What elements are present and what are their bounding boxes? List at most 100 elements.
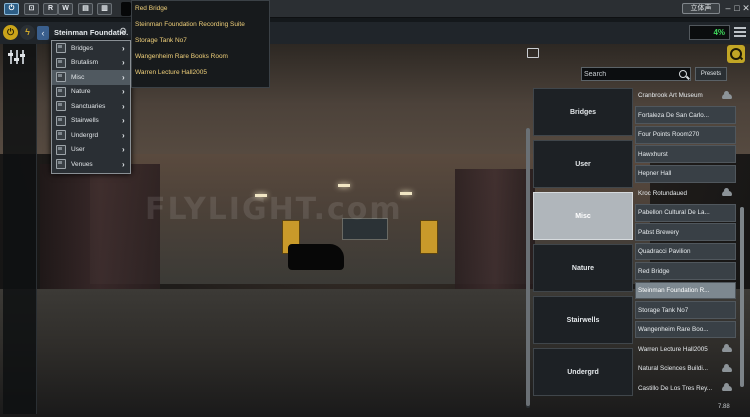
cloud-icon — [722, 188, 732, 197]
tile-bridges[interactable]: Bridges — [533, 88, 633, 136]
category-tiles: Bridges User Misc Nature Stairwells Unde… — [533, 88, 633, 400]
menu-item-venues[interactable]: Venues › — [52, 157, 130, 172]
folder-icon — [56, 144, 66, 155]
menu-icon[interactable] — [734, 27, 746, 39]
menu-item-bridges[interactable]: Bridges › — [52, 41, 130, 56]
rw-r-button[interactable]: R — [43, 3, 58, 15]
presets-button[interactable]: Presets — [695, 67, 727, 81]
preset-b-button[interactable]: ▥ — [97, 3, 112, 15]
preset-item-label: Red Bridge — [638, 267, 670, 275]
curtain-left — [40, 164, 160, 304]
folder-icon — [56, 72, 66, 83]
preset-item[interactable]: Storage Tank No7 — [635, 301, 736, 319]
scrollbar-thumb[interactable] — [526, 128, 530, 406]
grand-piano — [288, 244, 344, 270]
tile-undergrd[interactable]: Undergrd — [533, 348, 633, 396]
menu-item-brutalism[interactable]: Brutalism › — [52, 56, 130, 71]
preset-options-icon[interactable]: ⚙ — [119, 26, 127, 37]
search-icon[interactable] — [679, 70, 687, 78]
preset-item-label: Cranbrook Art Museum — [638, 92, 703, 100]
preset-a-button[interactable]: ▤ — [78, 3, 93, 15]
preset-item[interactable]: Red Bridge — [635, 262, 736, 280]
submenu-item[interactable]: Storage Tank No7 — [132, 33, 269, 49]
power-button[interactable]: ⏻ — [4, 3, 19, 15]
preset-item-label: Quadracci Pavilion — [638, 248, 691, 256]
mixer-icon[interactable] — [8, 50, 26, 64]
chevron-right-icon: › — [122, 87, 125, 97]
menu-item-label: Stairwells — [71, 117, 99, 125]
menu-item-label: Nature — [71, 88, 91, 96]
preset-item-label: Pabst Brewery — [638, 228, 679, 236]
folder-icon — [56, 130, 66, 141]
cloud-icon — [722, 363, 732, 372]
menu-item-label: Sanctuaries — [71, 102, 106, 110]
tile-stairwells[interactable]: Stairwells — [533, 296, 633, 344]
folder-icon — [56, 159, 66, 170]
preset-item[interactable]: Natural Sciences Buildi... — [635, 360, 736, 378]
preset-item[interactable]: Steinman Foundation R... — [635, 281, 736, 300]
watermark: FLYLIGHT.com — [145, 192, 403, 227]
category-scrollbar[interactable] — [526, 128, 530, 408]
tile-nature[interactable]: Nature — [533, 244, 633, 292]
preset-item-label: Steinman Foundation R... — [638, 287, 710, 295]
mix-readout[interactable]: 4% — [689, 25, 730, 40]
menu-item-label: Misc — [71, 73, 85, 81]
menu-item-label: Undergrd — [71, 131, 99, 139]
preset-item-label: Fortaleza De San Carlo... — [638, 111, 710, 119]
preset-item[interactable]: Quadracci Pavilion — [635, 242, 736, 261]
power-icon[interactable]: ⏻ — [3, 25, 18, 40]
menu-item-stairwells[interactable]: Stairwells › — [52, 114, 130, 129]
preset-item[interactable]: Four Points Room270 — [635, 125, 736, 144]
preset-item[interactable]: Hawxhurst — [635, 145, 736, 164]
submenu-item[interactable]: Red Bridge — [132, 1, 269, 17]
preset-item[interactable]: Hepner Hall — [635, 164, 736, 183]
left-panel — [3, 44, 37, 414]
tile-misc[interactable]: Misc — [533, 192, 633, 240]
zoom-icon[interactable] — [727, 45, 745, 63]
menu-item-nature[interactable]: Nature › — [52, 85, 130, 100]
rw-w-button[interactable]: W — [58, 3, 73, 15]
scrollbar-thumb[interactable] — [740, 207, 744, 387]
submenu-item[interactable]: Steinman Foundation Recording Suite — [132, 17, 269, 33]
preset-title[interactable]: Steinman Foundatio... — [54, 28, 128, 37]
search-input[interactable] — [584, 68, 674, 80]
menu-item-undergrd[interactable]: Undergrd › — [52, 128, 130, 143]
back-button[interactable]: ‹ — [37, 26, 49, 40]
language-select[interactable]: 立体声 — [682, 3, 720, 14]
menu-item-label: Venues — [71, 160, 93, 168]
preset-item-label: Kroc Rotundaued — [638, 189, 688, 197]
chevron-right-icon: › — [122, 101, 125, 111]
close-icon[interactable]: ✕ — [741, 2, 750, 15]
preset-item[interactable]: Fortaleza De San Carlo... — [635, 106, 736, 125]
folder-icon — [56, 115, 66, 126]
menu-item-label: User — [71, 146, 85, 154]
preset-item-label: Pabellon Cultural De La... — [638, 209, 710, 217]
preset-item[interactable]: Pabellon Cultural De La... — [635, 203, 736, 222]
menu-item-sanctuaries[interactable]: Sanctuaries › — [52, 99, 130, 114]
folder-icon[interactable] — [527, 48, 539, 58]
chevron-right-icon: › — [122, 43, 125, 53]
curtain-right — [455, 169, 535, 309]
preset-scrollbar[interactable] — [740, 207, 744, 387]
preset-item-label: Castillo De Los Tres Rey... — [638, 384, 713, 392]
preset-item-label: Warren Lecture Hall2005 — [638, 345, 708, 353]
preset-item[interactable]: Castillo De Los Tres Rey... — [635, 379, 736, 397]
version-label: 7.88 — [718, 404, 730, 410]
submenu-item[interactable]: Wangenheim Rare Books Room — [132, 49, 269, 65]
cloud-icon — [722, 383, 732, 392]
menu-item-label: Brutalism — [71, 59, 99, 67]
preset-item[interactable]: Pabst Brewery — [635, 223, 736, 241]
preset-item[interactable]: Cranbrook Art Museum — [635, 87, 736, 105]
preset-item[interactable]: Warren Lecture Hall2005 — [635, 340, 736, 358]
tile-user[interactable]: User — [533, 140, 633, 188]
cloud-icon — [722, 91, 732, 99]
folder-icon — [56, 57, 66, 68]
ab-button[interactable]: ⊡ — [24, 3, 39, 15]
menu-item-misc[interactable]: Misc › — [52, 70, 130, 85]
submenu-item[interactable]: Warren Lecture Hall2005 — [132, 65, 269, 81]
preset-item-label: Wangenheim Rare Boo... — [638, 326, 709, 334]
preset-item[interactable]: Kroc Rotundaued — [635, 184, 736, 202]
bolt-icon[interactable]: ϟ — [20, 25, 35, 40]
preset-item[interactable]: Wangenheim Rare Boo... — [635, 320, 736, 339]
menu-item-user[interactable]: User › — [52, 143, 130, 158]
